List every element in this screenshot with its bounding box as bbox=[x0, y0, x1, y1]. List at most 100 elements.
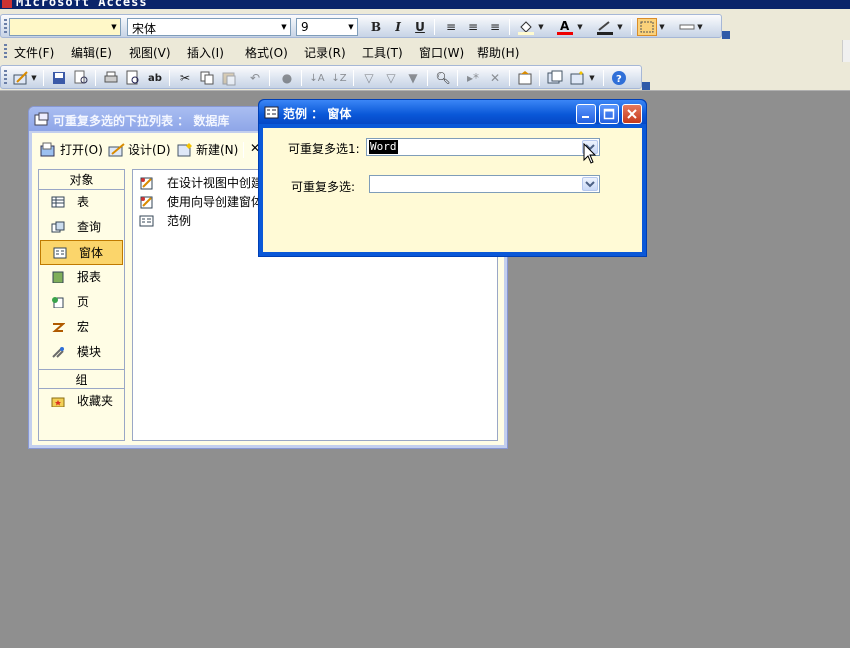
toolbar-separator bbox=[603, 70, 604, 86]
menu-view[interactable]: 视图(V) bbox=[129, 44, 171, 61]
chevron-down-icon[interactable]: ▼ bbox=[278, 19, 290, 35]
chevron-down-icon[interactable]: ▼ bbox=[615, 18, 625, 36]
table-icon bbox=[51, 196, 65, 208]
print-preview-icon[interactable] bbox=[123, 69, 143, 87]
spelling-icon[interactable]: ab bbox=[145, 69, 165, 87]
group-favorites[interactable]: 收藏夹 bbox=[39, 389, 124, 414]
menu-insert[interactable]: 插入(I) bbox=[187, 44, 224, 61]
delete-record-icon[interactable]: ✕ bbox=[485, 69, 505, 87]
view-design-icon[interactable] bbox=[11, 69, 31, 87]
chevron-down-icon[interactable]: ▼ bbox=[108, 19, 120, 35]
new-button[interactable]: 新建(N) bbox=[176, 141, 238, 158]
menu-records[interactable]: 记录(R) bbox=[304, 44, 346, 61]
toolbar-separator bbox=[539, 70, 540, 86]
fill-color-icon[interactable] bbox=[516, 18, 536, 36]
menu-file[interactable]: 文件(F) bbox=[14, 44, 54, 61]
sort-descending-icon[interactable]: ↓Z bbox=[329, 69, 349, 87]
toolbar-separator bbox=[631, 19, 632, 35]
line-color-icon[interactable] bbox=[595, 18, 615, 36]
minimize-button[interactable] bbox=[576, 104, 596, 124]
new-record-icon[interactable]: ▸* bbox=[463, 69, 483, 87]
border-style-button[interactable] bbox=[637, 18, 657, 36]
menu-help[interactable]: 帮助(H) bbox=[477, 44, 519, 61]
object-tables[interactable]: 表 bbox=[39, 190, 124, 215]
form-window-title: 范例 ： 窗体 bbox=[283, 107, 352, 121]
toolbar-options-icon[interactable] bbox=[722, 31, 730, 39]
open-icon bbox=[40, 142, 55, 156]
filter-by-selection-icon[interactable]: ▽ bbox=[359, 69, 379, 87]
new-icon bbox=[177, 142, 192, 156]
chevron-down-icon[interactable]: ▼ bbox=[345, 19, 357, 35]
file-search-icon[interactable] bbox=[71, 69, 91, 87]
chevron-down-icon[interactable]: ▼ bbox=[575, 18, 585, 36]
chevron-down-icon[interactable]: ▼ bbox=[657, 18, 667, 36]
filter-by-form-icon[interactable]: ▽ bbox=[381, 69, 401, 87]
object-combo[interactable]: ▼ bbox=[9, 18, 121, 36]
object-queries[interactable]: 查询 bbox=[39, 215, 124, 240]
font-name-combo[interactable]: 宋体 ▼ bbox=[127, 18, 291, 36]
office-links-icon[interactable]: ● bbox=[277, 69, 297, 87]
form-icon bbox=[139, 215, 154, 227]
font-color-icon[interactable]: A bbox=[555, 18, 575, 36]
sort-ascending-icon[interactable]: ↓A bbox=[307, 69, 327, 87]
save-icon[interactable] bbox=[49, 69, 69, 87]
align-center-icon[interactable]: ≡ bbox=[463, 18, 483, 36]
toolbar-separator bbox=[457, 70, 458, 86]
menu-window[interactable]: 窗口(W) bbox=[419, 44, 464, 61]
apply-filter-icon[interactable]: ▼ bbox=[403, 69, 423, 87]
field1-value: Word bbox=[369, 140, 398, 154]
chevron-down-icon[interactable]: ▼ bbox=[587, 69, 597, 87]
italic-button[interactable]: I bbox=[388, 18, 408, 36]
bold-button[interactable]: B bbox=[366, 18, 386, 36]
cut-icon[interactable]: ✂ bbox=[175, 69, 195, 87]
standard-toolbar-row: ▼ ab ✂ ↶ ● ↓A ↓Z ▽ ▽ ▼ 🔍︎ ▸* ✕ ▼ ? bbox=[0, 63, 850, 91]
field1-combo[interactable]: Word bbox=[366, 138, 600, 156]
object-forms[interactable]: 窗体 bbox=[40, 240, 123, 265]
chevron-down-icon[interactable]: ▼ bbox=[536, 18, 546, 36]
app-title: Microsoft Access bbox=[16, 0, 148, 9]
copy-icon[interactable] bbox=[197, 69, 217, 87]
menu-grip[interactable] bbox=[4, 44, 7, 58]
report-icon bbox=[52, 271, 64, 283]
object-reports[interactable]: 报表 bbox=[39, 265, 124, 290]
object-macros[interactable]: 宏 bbox=[39, 315, 124, 340]
menu-format[interactable]: 格式(O) bbox=[245, 44, 288, 61]
align-left-icon[interactable]: ≡ bbox=[441, 18, 461, 36]
underline-button[interactable]: U bbox=[410, 18, 430, 36]
line-width-icon[interactable] bbox=[677, 18, 697, 36]
toolbar-separator bbox=[269, 70, 270, 86]
open-button[interactable]: 打开(O) bbox=[40, 141, 103, 158]
design-button[interactable]: 设计(D) bbox=[108, 141, 171, 158]
toolbar-separator bbox=[243, 142, 244, 158]
new-object-icon[interactable] bbox=[567, 69, 587, 87]
menu-bar: 文件(F) 编辑(E) 视图(V) 插入(I) 格式(O) 记录(R) 工具(T… bbox=[0, 41, 850, 63]
menu-edit[interactable]: 编辑(E) bbox=[71, 44, 112, 61]
toolbar-options-icon[interactable] bbox=[642, 82, 650, 90]
groups-header[interactable]: 组 bbox=[39, 369, 124, 389]
object-pages[interactable]: 页 bbox=[39, 290, 124, 315]
object-modules[interactable]: 模块 bbox=[39, 340, 124, 365]
objects-header[interactable]: 对象 bbox=[39, 170, 124, 190]
database-window-icon[interactable] bbox=[545, 69, 565, 87]
chevron-down-icon[interactable]: ▼ bbox=[29, 69, 39, 87]
print-icon[interactable] bbox=[101, 69, 121, 87]
menu-tools[interactable]: 工具(T) bbox=[362, 44, 403, 61]
paste-icon[interactable] bbox=[219, 69, 239, 87]
form-window[interactable]: 范例 ： 窗体 可重复多选1: Word 可重复多选: bbox=[258, 99, 647, 257]
align-right-icon[interactable]: ≡ bbox=[485, 18, 505, 36]
undo-icon[interactable]: ↶ bbox=[245, 69, 265, 87]
maximize-button[interactable] bbox=[599, 104, 619, 124]
help-icon[interactable]: ? bbox=[609, 69, 629, 87]
form-window-title-bar[interactable]: 范例 ： 窗体 bbox=[259, 100, 646, 124]
field2-dropdown-button[interactable] bbox=[582, 177, 598, 191]
font-size-combo[interactable]: 9 ▼ bbox=[296, 18, 358, 36]
close-button[interactable] bbox=[622, 104, 642, 124]
toolbar-separator bbox=[353, 70, 354, 86]
properties-icon[interactable] bbox=[515, 69, 535, 87]
toolbar-grip[interactable] bbox=[4, 19, 7, 35]
find-icon[interactable]: 🔍︎ bbox=[433, 69, 453, 87]
help-search-box-edge[interactable] bbox=[842, 40, 850, 62]
chevron-down-icon[interactable]: ▼ bbox=[695, 18, 705, 36]
field2-combo[interactable] bbox=[369, 175, 600, 193]
toolbar-grip[interactable] bbox=[4, 70, 7, 86]
